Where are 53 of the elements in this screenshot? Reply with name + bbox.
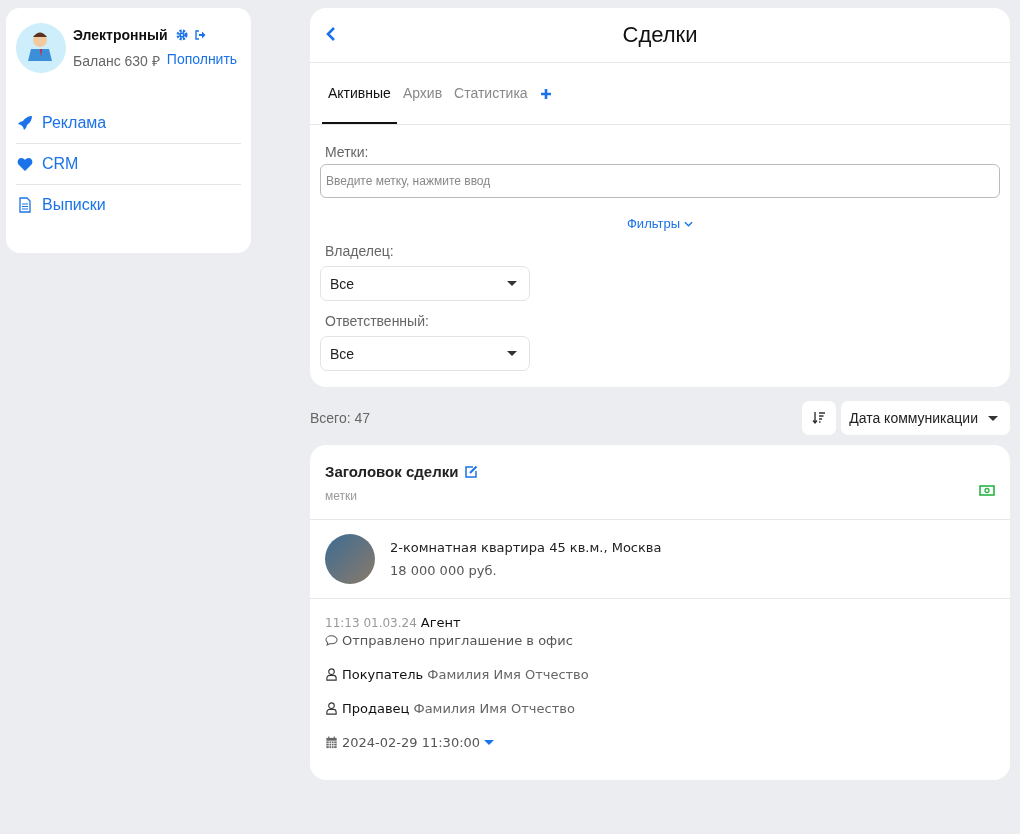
event-author: Агент [420,615,461,630]
settings-icon[interactable] [175,28,188,41]
balance-text: Баланс 630 ₽ [73,51,160,70]
nav-item[interactable]: CRM [16,144,241,185]
field-label: Владелец: [325,243,394,259]
property-title: 2-комнатная квартира 45 кв.м., Москва [390,540,662,555]
edit-icon[interactable] [464,464,479,479]
banknote-icon [979,484,995,496]
caret-icon [507,351,517,356]
total-count: Всего: 47 [310,410,371,426]
chevron-down-icon [684,220,693,227]
person-name: Фамилия Имя Отчество [413,701,575,716]
property-price: 18 000 000 руб. [390,563,498,578]
add-icon[interactable] [539,87,552,100]
sort-dropdown[interactable]: Дата коммуникации [841,401,1010,435]
sort-icon [812,411,827,425]
profile-name: Электронный [73,26,168,43]
rocket-icon [17,115,33,131]
sort-order-button[interactable] [802,401,837,435]
field-label: Ответственный: [325,313,429,329]
calendar-icon [325,736,338,749]
select-dropdown[interactable]: Все [320,266,530,301]
person-name: Фамилия Имя Отчество [427,667,589,682]
person-role: Продавец [342,701,410,716]
event-message: Отправлено приглашение в офис [342,633,573,648]
nav-item[interactable]: Реклама [16,103,241,144]
person-role: Покупатель [342,667,424,682]
avatar-icon [16,23,66,73]
tab[interactable]: Активные [322,63,397,124]
select-dropdown[interactable]: Все [320,336,530,371]
caret-icon [988,415,998,421]
field-label: Метки: [325,144,369,160]
person-icon [325,702,338,715]
logout-icon[interactable] [193,28,206,41]
top-up-link[interactable]: Пополнить [166,50,238,70]
deal-date: 2024-02-29 11:30:00 [342,735,481,750]
caret-icon [507,281,517,286]
person-icon [325,668,338,681]
speech-bubble-icon [325,634,338,647]
deal-title: Заголовок сделки [325,463,459,480]
tab[interactable]: Архив [396,63,449,124]
document-icon [17,197,33,213]
tab[interactable]: Статистика [448,63,534,124]
deal-tags: метки [325,489,479,503]
caret-icon[interactable] [484,740,495,745]
nav-item[interactable]: Выписки [16,185,241,225]
filters-link[interactable]: Фильтры [627,216,693,231]
photo-placeholder [325,534,375,584]
heart-icon [17,156,33,172]
event-time: 11:13 01.03.24 [325,615,417,630]
page-title: Сделки [622,22,698,48]
back-icon[interactable] [326,26,336,42]
tags-input[interactable]: Введите метку, нажмите ввод [320,164,1000,198]
